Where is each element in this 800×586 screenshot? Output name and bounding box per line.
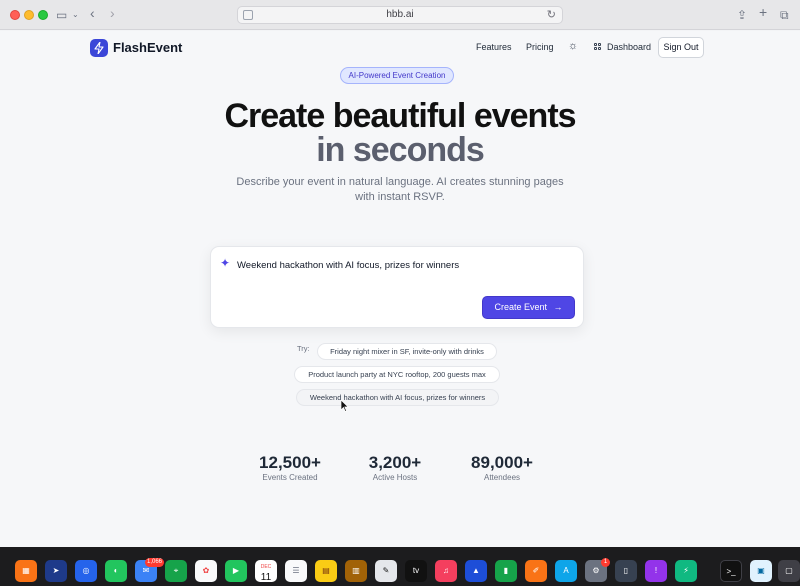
page: FlashEvent Features Pricing ☼ Dashboard … <box>0 31 800 547</box>
reminders-icon[interactable]: ☰ <box>285 560 307 582</box>
dashboard-icon <box>594 43 602 51</box>
url-text: hbb.ai <box>386 9 414 20</box>
preview-icon[interactable]: ▣ <box>750 560 772 582</box>
sign-out-button[interactable]: Sign Out <box>658 37 704 58</box>
safari-icon[interactable]: ◎ <box>75 560 97 582</box>
stat-value: 3,200+ <box>368 453 422 472</box>
nav-pricing-link[interactable]: Pricing <box>526 42 554 52</box>
hero-badge: AI-Powered Event Creation <box>340 67 454 84</box>
logo-icon[interactable] <box>90 39 108 57</box>
terminal-icon[interactable]: >_ <box>720 560 742 582</box>
settings-badge: 1 <box>601 558 610 567</box>
mail-badge: 1,066 <box>145 558 165 567</box>
app-icon[interactable]: ⚡ <box>675 560 697 582</box>
photos-icon[interactable]: ✿ <box>195 560 217 582</box>
freeform-icon[interactable]: ✎ <box>375 560 397 582</box>
back-icon[interactable]: ‹ <box>90 5 95 21</box>
messages-icon[interactable]: ◐ <box>105 560 127 582</box>
forward-icon[interactable]: › <box>110 5 115 21</box>
theme-toggle-sun-icon[interactable]: ☼ <box>568 40 578 52</box>
pages-icon[interactable]: ✐ <box>525 560 547 582</box>
maximize-window-button[interactable] <box>38 10 48 20</box>
browser-toolbar: ▭ ⌄ ‹ › hbb.ai ↻ ⇪ + ⧉ <box>0 0 800 30</box>
hero-title-line2: in seconds <box>316 131 485 169</box>
create-event-button[interactable]: Create Event → <box>482 296 575 319</box>
hero-subtitle-line2: with instant RSVP. <box>355 191 445 203</box>
event-prompt-input[interactable] <box>237 257 567 273</box>
reload-icon[interactable]: ↻ <box>547 8 556 21</box>
stat-label: Attendees <box>483 473 521 482</box>
launchpad-icon[interactable]: ▦ <box>15 560 37 582</box>
hero-subtitle-line1: Describe your event in natural language.… <box>236 176 564 188</box>
trash-icon[interactable]: ▢ <box>778 560 800 582</box>
calendar-day: 11 <box>260 572 272 583</box>
music-icon[interactable]: ♫ <box>435 560 457 582</box>
iphone-mirroring-icon[interactable]: ▯ <box>615 560 637 582</box>
address-bar[interactable]: hbb.ai ↻ <box>237 6 563 24</box>
suggestion-chip[interactable]: Product launch party at NYC rooftop, 200… <box>294 366 500 383</box>
mouse-cursor-icon <box>341 400 349 412</box>
nav-dashboard-link[interactable]: Dashboard <box>607 42 651 52</box>
close-window-button[interactable] <box>10 10 20 20</box>
navigation-app-icon[interactable]: ➤ <box>45 560 67 582</box>
maps-icon[interactable]: ⌖ <box>165 560 187 582</box>
apple-tv-label: tv <box>412 566 420 575</box>
app-store-icon[interactable]: A <box>555 560 577 582</box>
prompt-card: ✦ Create Event → <box>210 246 584 328</box>
stat-value: 12,500+ <box>259 453 321 472</box>
suggestions-label: Try: <box>297 344 310 353</box>
share-icon[interactable]: ⇪ <box>737 7 747 23</box>
suggestion-chip[interactable]: Friday night mixer in SF, invite-only wi… <box>317 343 497 360</box>
minimize-window-button[interactable] <box>24 10 34 20</box>
calendar-icon[interactable]: DEC 11 <box>255 560 277 583</box>
chevron-down-icon[interactable]: ⌄ <box>72 7 79 23</box>
feedback-icon[interactable]: ! <box>645 560 667 582</box>
archive-app-icon[interactable]: ▥ <box>345 560 367 582</box>
numbers-icon[interactable]: ▮ <box>495 560 517 582</box>
suggestion-chip[interactable]: Weekend hackathon with AI focus, prizes … <box>296 389 499 406</box>
calendar-month: DEC <box>260 564 272 570</box>
arrow-right-icon: → <box>553 302 563 312</box>
stat-value: 89,000+ <box>471 453 533 472</box>
notes-icon[interactable]: ▤ <box>315 560 337 582</box>
nav-features-link[interactable]: Features <box>476 42 512 52</box>
keynote-icon[interactable]: ▲ <box>465 560 487 582</box>
stat-label: Events Created <box>262 473 318 482</box>
facetime-icon[interactable]: ▶ <box>225 560 247 582</box>
tabs-overview-icon[interactable]: ⧉ <box>780 7 789 23</box>
stat-label: Active Hosts <box>372 473 418 482</box>
macos-dock: ▦ ➤ ◎ ◐ ✉ 1,066 ⌖ ✿ ▶ DEC 11 ☰ ▤ ▥ ✎ tv … <box>0 547 800 586</box>
brand-name[interactable]: FlashEvent <box>113 40 182 55</box>
apple-tv-icon[interactable]: tv <box>405 560 427 582</box>
top-nav: FlashEvent Features Pricing ☼ Dashboard … <box>0 31 800 65</box>
create-event-label: Create Event <box>494 302 547 312</box>
new-tab-icon[interactable]: + <box>759 4 767 20</box>
sparkle-icon: ✦ <box>220 256 231 270</box>
sidebar-icon[interactable]: ▭ <box>56 7 67 23</box>
